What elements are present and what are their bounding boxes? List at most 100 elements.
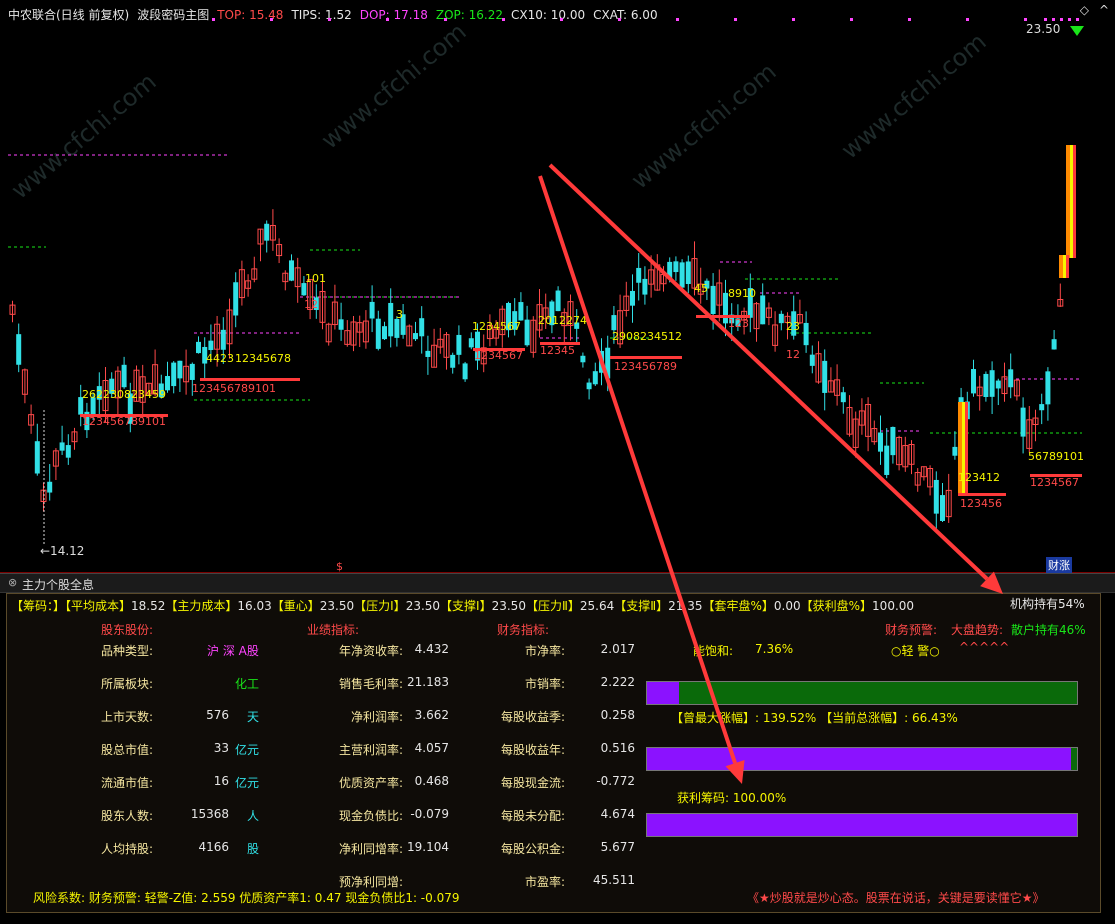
watermark: www.cfchi.com xyxy=(316,17,472,154)
holder-value: 16 xyxy=(213,774,229,788)
candle-body xyxy=(425,350,431,357)
support-bar xyxy=(200,378,300,381)
candle-body xyxy=(233,282,239,316)
chart-number-label: 1234567 xyxy=(1030,476,1079,489)
pressure2-label: 【压力Ⅱ】 xyxy=(525,599,580,613)
candle-body xyxy=(456,334,462,355)
candle-body xyxy=(710,285,716,314)
candle-body xyxy=(375,318,381,349)
candle-body xyxy=(983,373,989,398)
support2-value: 21.35 xyxy=(668,599,703,613)
holder-unit: 人 xyxy=(247,809,260,823)
chart-number-label: 1234567 xyxy=(474,349,523,362)
holder-value: 4166 xyxy=(198,840,229,854)
candle-body xyxy=(1039,404,1045,411)
market-trend-label: 大盘趋势: xyxy=(951,623,1004,637)
chart-number-label: 8910 xyxy=(728,287,756,300)
fin-value: 2.222 xyxy=(600,675,635,689)
cur-gain-label: 【当前总涨幅】: xyxy=(820,711,909,725)
perf-value: 21.183 xyxy=(407,675,449,689)
chart-number-label: 23 xyxy=(786,320,800,333)
chart-number-label: 45 xyxy=(694,282,708,295)
profit-chip-bar xyxy=(646,813,1078,837)
candle-body xyxy=(208,340,214,351)
fin-label: 每股收益年: xyxy=(500,743,565,757)
kline-chart[interactable]: 中农联合(日线 前复权) 波段密码主图 TOP: 15.48 TIPS: 1.52 DO… xyxy=(0,0,1115,573)
fin-value: 2.017 xyxy=(600,642,635,656)
candle-body xyxy=(760,295,766,325)
candle-body xyxy=(220,329,226,350)
candle-body xyxy=(878,432,883,452)
candle-body xyxy=(462,363,468,380)
chart-number-label: 12 xyxy=(304,298,318,311)
candle-body xyxy=(121,364,127,388)
chart-number-label: 123412 xyxy=(958,471,1000,484)
candle-body xyxy=(1045,371,1051,405)
fin-label: 每股公积金: xyxy=(500,842,565,856)
panel-title[interactable]: 主力个股全息 xyxy=(22,576,94,593)
candle-body xyxy=(289,260,294,281)
pressure1-label: 【压力Ⅰ】 xyxy=(354,599,406,613)
candle-body xyxy=(679,262,685,288)
candle-body xyxy=(468,338,474,348)
candle-body xyxy=(642,278,648,295)
kline-svg: www.cfchi.com www.cfchi.com www.cfchi.com w… xyxy=(6,17,1084,546)
chart-number-label: 56789101 xyxy=(1028,450,1084,463)
support1-label: 【支撑Ⅰ】 xyxy=(440,599,492,613)
panel-close-icon[interactable]: ⊗ xyxy=(8,576,17,589)
section-fin: 财务指标: xyxy=(497,623,550,637)
perf-value: 0.468 xyxy=(414,774,449,788)
chart-number-label: 123456 xyxy=(960,497,1002,510)
candle-body xyxy=(34,441,40,474)
candle-body xyxy=(630,290,635,306)
top-dot xyxy=(850,18,853,21)
perf-value: 4.057 xyxy=(414,741,449,755)
candle-body xyxy=(611,315,617,331)
top-dot xyxy=(270,18,273,21)
fin-warning-label: 财务预警: xyxy=(885,623,938,637)
main-cost-label: 【主力成本】 xyxy=(165,599,238,613)
candle-body xyxy=(673,261,679,273)
candle-body xyxy=(667,261,673,278)
trend-arrows: ^^^^^ xyxy=(959,640,1010,654)
chart-number-label: 12345678 xyxy=(235,352,291,365)
candle-body xyxy=(884,445,890,475)
candle-body xyxy=(890,426,896,456)
candle-body xyxy=(809,354,815,366)
top-dot xyxy=(966,18,969,21)
signal-bar xyxy=(1066,255,1069,278)
holder-value: 576 xyxy=(206,708,229,722)
candle-body xyxy=(382,326,387,340)
section-perf: 业绩指标: xyxy=(307,623,360,637)
candle-body xyxy=(803,322,809,346)
chart-number-label: 123 xyxy=(728,317,749,330)
holder-label: 人均持股: xyxy=(101,842,154,856)
top-dot xyxy=(1060,18,1063,21)
chart-number-label: 1234567 xyxy=(472,320,521,333)
top-dot xyxy=(560,18,563,21)
candle-body xyxy=(196,341,201,354)
candle-body xyxy=(599,350,604,373)
main-cost-value: 16.03 xyxy=(237,599,272,613)
candle-body xyxy=(1020,407,1026,437)
candle-body xyxy=(518,302,524,321)
top-dot xyxy=(444,18,447,21)
candle-body xyxy=(940,495,945,521)
holder-label: 流通市值: xyxy=(101,776,154,790)
chart-number-label: 2908234512 xyxy=(612,330,682,343)
candle-body xyxy=(586,382,592,390)
candle-body xyxy=(995,380,1001,389)
candle-body xyxy=(413,333,418,340)
center-label: 【重心】 xyxy=(271,599,320,613)
holder-unit: 亿元 xyxy=(235,776,260,790)
pressure1-value: 23.50 xyxy=(405,599,441,613)
max-gain-label: 【曾最大涨幅】: xyxy=(671,711,760,725)
motto: 《★炒股就是炒心态。股票在说话，关键是要读懂它★》 xyxy=(747,891,1045,905)
holder-unit: 天 xyxy=(247,710,260,724)
info-panel: 【筹码：】【平均成本】18.52【主力成本】16.03【重心】23.50【压力Ⅰ… xyxy=(6,593,1101,913)
fin-value: 4.674 xyxy=(600,807,635,821)
avg-cost-label: 【平均成本】 xyxy=(65,599,132,613)
candle-body xyxy=(177,360,183,379)
top-dot xyxy=(1076,18,1079,21)
chart-number-label: 262230823459 xyxy=(82,388,166,401)
